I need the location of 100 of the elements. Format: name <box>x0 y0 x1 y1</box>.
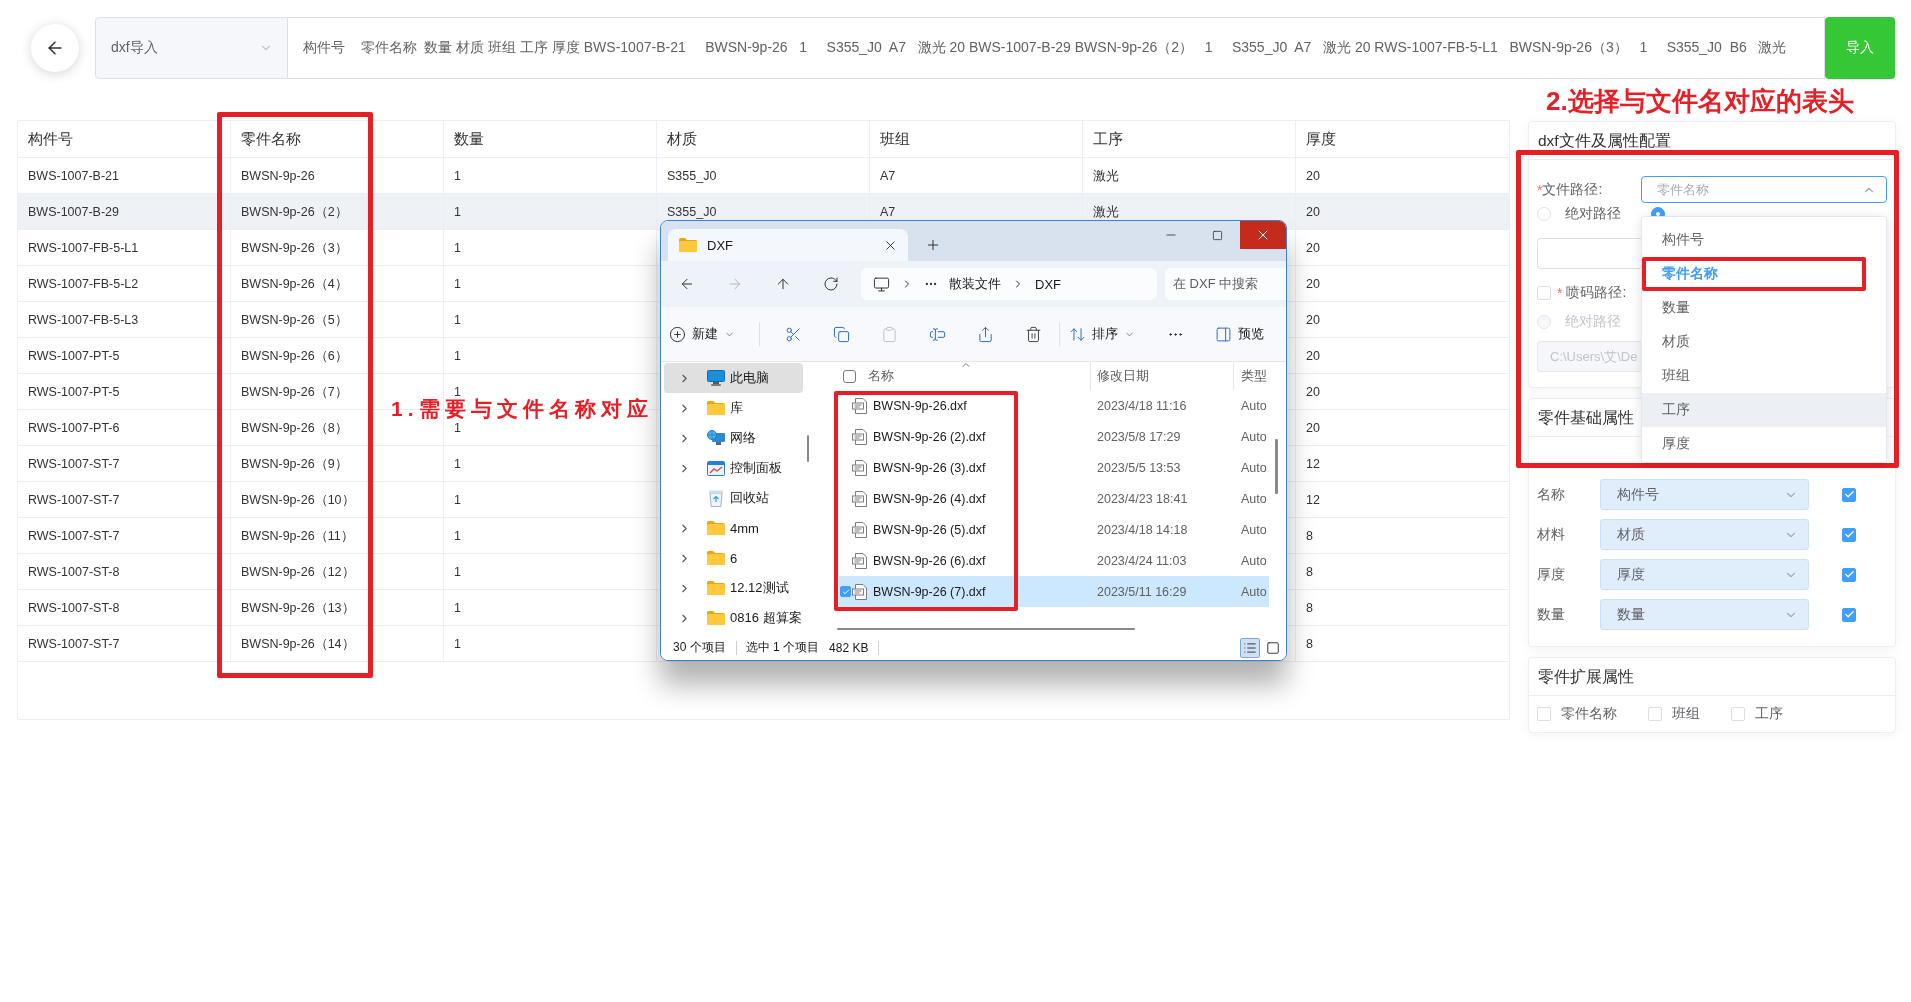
refresh-icon[interactable] <box>823 276 839 292</box>
file-name: BWSN-9p-26 (4).dxf <box>873 491 986 506</box>
table-cell: 1 <box>454 528 461 543</box>
table-cell: 1 <box>454 240 461 255</box>
document-icon <box>852 552 868 569</box>
checkbox[interactable] <box>843 369 856 383</box>
maximize-icon[interactable] <box>1211 229 1223 241</box>
table-cell: BWSN-9p-26（7） <box>241 384 348 399</box>
select-field[interactable]: 构件号 <box>1600 479 1809 510</box>
share-icon[interactable] <box>976 325 994 343</box>
status-text: 30 个项目 <box>673 639 726 656</box>
nav-item[interactable]: 库 <box>664 393 803 423</box>
file-date: 2023/4/18 11:16 <box>1096 398 1188 413</box>
file-name: BWSN-9p-26 (3).dxf <box>873 460 986 475</box>
copy-icon[interactable] <box>832 325 850 343</box>
select-field[interactable]: 材质 <box>1600 519 1809 550</box>
nav-item[interactable]: 6 <box>664 543 803 573</box>
table-cell: BWSN-9p-26（9） <box>241 456 348 471</box>
required-mark: * <box>1557 285 1563 301</box>
file-row[interactable]: BWSN-9p-26 (4).dxf 2023/4/23 18:41 Auto <box>839 483 1269 514</box>
card-title: dxf文件及属性配置 <box>1538 130 1671 151</box>
file-type: Auto <box>1240 460 1268 475</box>
checkbox-label: 工序 <box>1755 705 1783 723</box>
table-cell: 8 <box>1306 636 1313 651</box>
nav-item[interactable]: 12.12测试 <box>664 573 803 603</box>
nav-item[interactable]: 此电脑 <box>664 363 803 393</box>
column-header[interactable]: 修改日期 <box>1091 362 1234 390</box>
annotation-text: 2.选择与文件名对应的表头 <box>1546 86 1854 116</box>
trash-icon[interactable] <box>1024 325 1042 343</box>
folder-icon <box>707 611 725 625</box>
file-row[interactable]: BWSN-9p-26 (5).dxf 2023/4/18 14:18 Auto <box>839 514 1269 545</box>
column-header: 零件名称 <box>241 130 301 148</box>
file-date: 2023/4/24 11:03 <box>1096 553 1188 568</box>
text-cursor-icon[interactable] <box>928 325 946 343</box>
address-bar[interactable]: 散装文件 DXF <box>861 268 1157 300</box>
view-button[interactable] <box>1240 637 1260 658</box>
nav-item[interactable]: 回收站 <box>664 483 803 513</box>
file-row[interactable]: BWSN-9p-26 (2).dxf 2023/5/8 17:29 Auto <box>839 421 1269 452</box>
select-field[interactable]: 数量 <box>1600 599 1809 630</box>
dropdown-option[interactable]: 厚度 <box>1642 427 1886 461</box>
import-type-select[interactable]: dxf导入 <box>95 17 288 79</box>
new-button[interactable]: 新建 <box>661 318 743 350</box>
plus-icon[interactable] <box>925 237 941 253</box>
column-header: 厚度 <box>1306 130 1336 148</box>
paste-field[interactable]: 构件号 零件名称 数量 材质 班组 工序 厚度 BWS-1007-B-21 BWSN-9p-26 1 S355_J0 A7 激光 20 BWS-1007-B-29 BWSN-9p-26（2） 1 S355_J0 A7 激光 20 RWS-1007-FB-5-L1 BWSN-9p-26（3） 1 S355_J0 B6 激光 <box>288 17 1825 79</box>
scrollbar[interactable] <box>807 435 809 462</box>
nav-item[interactable]: 网络 <box>664 423 803 453</box>
radio-label: 绝对路径 <box>1565 205 1621 223</box>
checkbox[interactable] <box>1842 567 1856 582</box>
check-icon <box>1843 489 1855 500</box>
dropdown-option[interactable]: 材质 <box>1642 325 1886 359</box>
dropdown-option[interactable]: 构件号 <box>1642 223 1886 257</box>
check-icon <box>1843 609 1855 620</box>
form-label: 文件路径: <box>1542 180 1603 199</box>
column-header: 班组 <box>880 130 910 148</box>
network-icon <box>707 430 725 446</box>
status-text: 选中 1 个项目 <box>745 639 820 656</box>
checkbox[interactable] <box>840 586 851 597</box>
checkbox[interactable] <box>1842 527 1856 542</box>
table-cell: 1 <box>454 312 461 327</box>
column-header[interactable]: 名称 <box>856 362 1091 390</box>
file-row[interactable]: BWSN-9p-26 (6).dxf 2023/4/24 11:03 Auto <box>839 545 1269 576</box>
file-row[interactable]: BWSN-9p-26.dxf 2023/4/18 11:16 Auto <box>839 390 1269 421</box>
nav-item[interactable]: 控制面板 <box>664 453 803 483</box>
scrollbar[interactable] <box>1275 439 1278 494</box>
search-field[interactable]: 在 DXF 中搜索 <box>1165 268 1286 300</box>
checkbox[interactable] <box>1842 487 1856 502</box>
document-icon <box>852 397 868 414</box>
table-cell: 1 <box>454 456 461 471</box>
document-icon <box>852 490 868 507</box>
table-cell: 激光 <box>1093 204 1119 219</box>
dropdown-option[interactable]: 数量 <box>1642 291 1886 325</box>
table-cell: 1 <box>454 636 461 651</box>
dropdown-option[interactable]: 班组 <box>1642 359 1886 393</box>
nav-item[interactable]: 0816 超算案 <box>664 603 803 633</box>
status-text: 482 KB <box>829 640 869 655</box>
scissors-icon[interactable] <box>784 325 802 343</box>
dropdown-option[interactable]: 工序 <box>1642 393 1886 427</box>
checkbox[interactable] <box>1842 607 1856 622</box>
scrollbar[interactable] <box>837 628 1135 630</box>
select-field[interactable]: 厚度 <box>1600 559 1809 590</box>
table-cell: RWS-1007-FB-5-L3 <box>28 312 139 327</box>
file-name: BWSN-9p-26 (2).dxf <box>873 429 986 444</box>
arrow-up-icon[interactable] <box>775 276 791 292</box>
file-date: 2023/4/18 14:18 <box>1096 522 1189 537</box>
table-cell: BWSN-9p-26（13） <box>241 600 355 615</box>
file-row[interactable]: BWSN-9p-26 (7).dxf 2023/5/11 16:29 Auto <box>839 576 1269 607</box>
file-row[interactable]: BWSN-9p-26 (3).dxf 2023/5/5 13:53 Auto <box>839 452 1269 483</box>
table-cell: RWS-1007-ST-7 <box>28 456 120 471</box>
table-cell: 20 <box>1306 276 1320 291</box>
table-cell: BWSN-9p-26（14） <box>241 636 355 651</box>
preview-button[interactable]: 预览 <box>1207 318 1272 350</box>
column-header[interactable]: 类型 <box>1234 362 1274 390</box>
tab[interactable]: DXF <box>668 229 908 261</box>
breadcrumb-item[interactable]: 散装文件 <box>949 275 1001 293</box>
breadcrumb-item[interactable]: DXF <box>1035 276 1061 292</box>
sort-button[interactable]: 排序 <box>1061 318 1143 350</box>
table-cell: 1 <box>454 384 461 399</box>
nav-item[interactable]: 4mm <box>664 513 803 543</box>
document-icon <box>852 583 868 600</box>
